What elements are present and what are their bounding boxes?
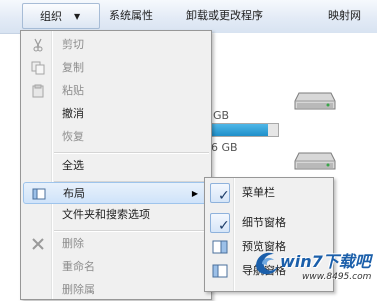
watermark: win7下载吧 www.8495.com [250,246,377,290]
menu-item-paste[interactable]: 粘贴 [23,80,209,102]
submenu-item-menu-bar[interactable]: ✓ 菜单栏 [207,181,333,205]
navigation-pane-icon [212,264,228,278]
layout-icon [32,188,46,200]
menu-item-rename[interactable]: 重命名 [23,256,209,278]
submenu-arrow-icon: ▶ [191,189,198,198]
hard-drive-icon[interactable] [293,145,337,173]
preview-pane-icon [212,240,228,254]
check-icon: ✓ [210,183,230,204]
menu-item-label: 删除属 [62,283,95,296]
submenu-item-details-pane[interactable]: ✓ 细节窗格 [207,211,333,235]
organize-menu: 剪切 复制 粘贴 撤消 恢复 全选 布局 ▶ 文件夹和搜索选项 删除 重命名 删… [20,30,212,300]
swirl-logo-icon [256,252,278,275]
menu-item-label: 文件夹和搜索选项 [62,208,150,221]
command-bar: 组织 ▼ 系统属性 卸载或更改程序 映射网 [0,0,377,34]
menu-item-undo[interactable]: 撤消 [23,103,209,125]
menu-item-label: 布局 [63,187,85,200]
menu-item-label: 删除 [62,237,84,250]
menu-item-redo[interactable]: 恢复 [23,126,209,148]
scissors-icon [33,38,43,52]
drive-size-text: GB [213,109,230,122]
menu-item-label: 撤消 [62,107,84,120]
menu-item-layout[interactable]: 布局 ▶ [23,182,209,204]
dropdown-arrow-icon: ▼ [74,12,81,21]
menu-item-label: 重命名 [62,260,95,273]
menu-item-label: 复制 [62,61,84,74]
menu-separator [54,230,209,232]
menu-item-label: 全选 [62,159,84,172]
submenu-item-label: 菜单栏 [242,186,275,199]
drive-usage-fill [210,124,268,136]
menu-item-copy[interactable]: 复制 [23,57,209,79]
paste-icon [32,84,44,98]
uninstall-change-program-button[interactable]: 卸载或更改程序 [186,5,263,27]
drive-usage-bar [210,123,279,137]
delete-x-icon [32,238,44,250]
check-icon: ✓ [210,213,230,234]
menu-item-cut[interactable]: 剪切 [23,34,209,56]
menu-item-remove-properties[interactable]: 删除属 [23,279,209,301]
menu-item-label: 恢复 [62,130,84,143]
menu-item-delete[interactable]: 删除 [23,233,209,255]
watermark-url: www.8495.com [302,272,372,282]
watermark-brand: win7下载吧 [280,252,371,271]
organize-button[interactable]: 组织 ▼ [22,3,100,29]
copy-icon [31,61,45,75]
system-properties-button[interactable]: 系统属性 [109,5,153,27]
hard-drive-icon[interactable] [293,85,337,113]
menu-item-select-all[interactable]: 全选 [23,155,209,177]
menu-item-folder-search-options[interactable]: 文件夹和搜索选项 [23,204,209,226]
drive-size-text: 6 GB [211,141,238,154]
menu-item-label: 粘贴 [62,84,84,97]
organize-label: 组织 [40,10,62,23]
menu-separator [54,152,209,154]
menu-item-label: 剪切 [62,38,84,51]
submenu-item-label: 细节窗格 [242,216,286,229]
map-network-drive-button[interactable]: 映射网 [328,5,361,27]
